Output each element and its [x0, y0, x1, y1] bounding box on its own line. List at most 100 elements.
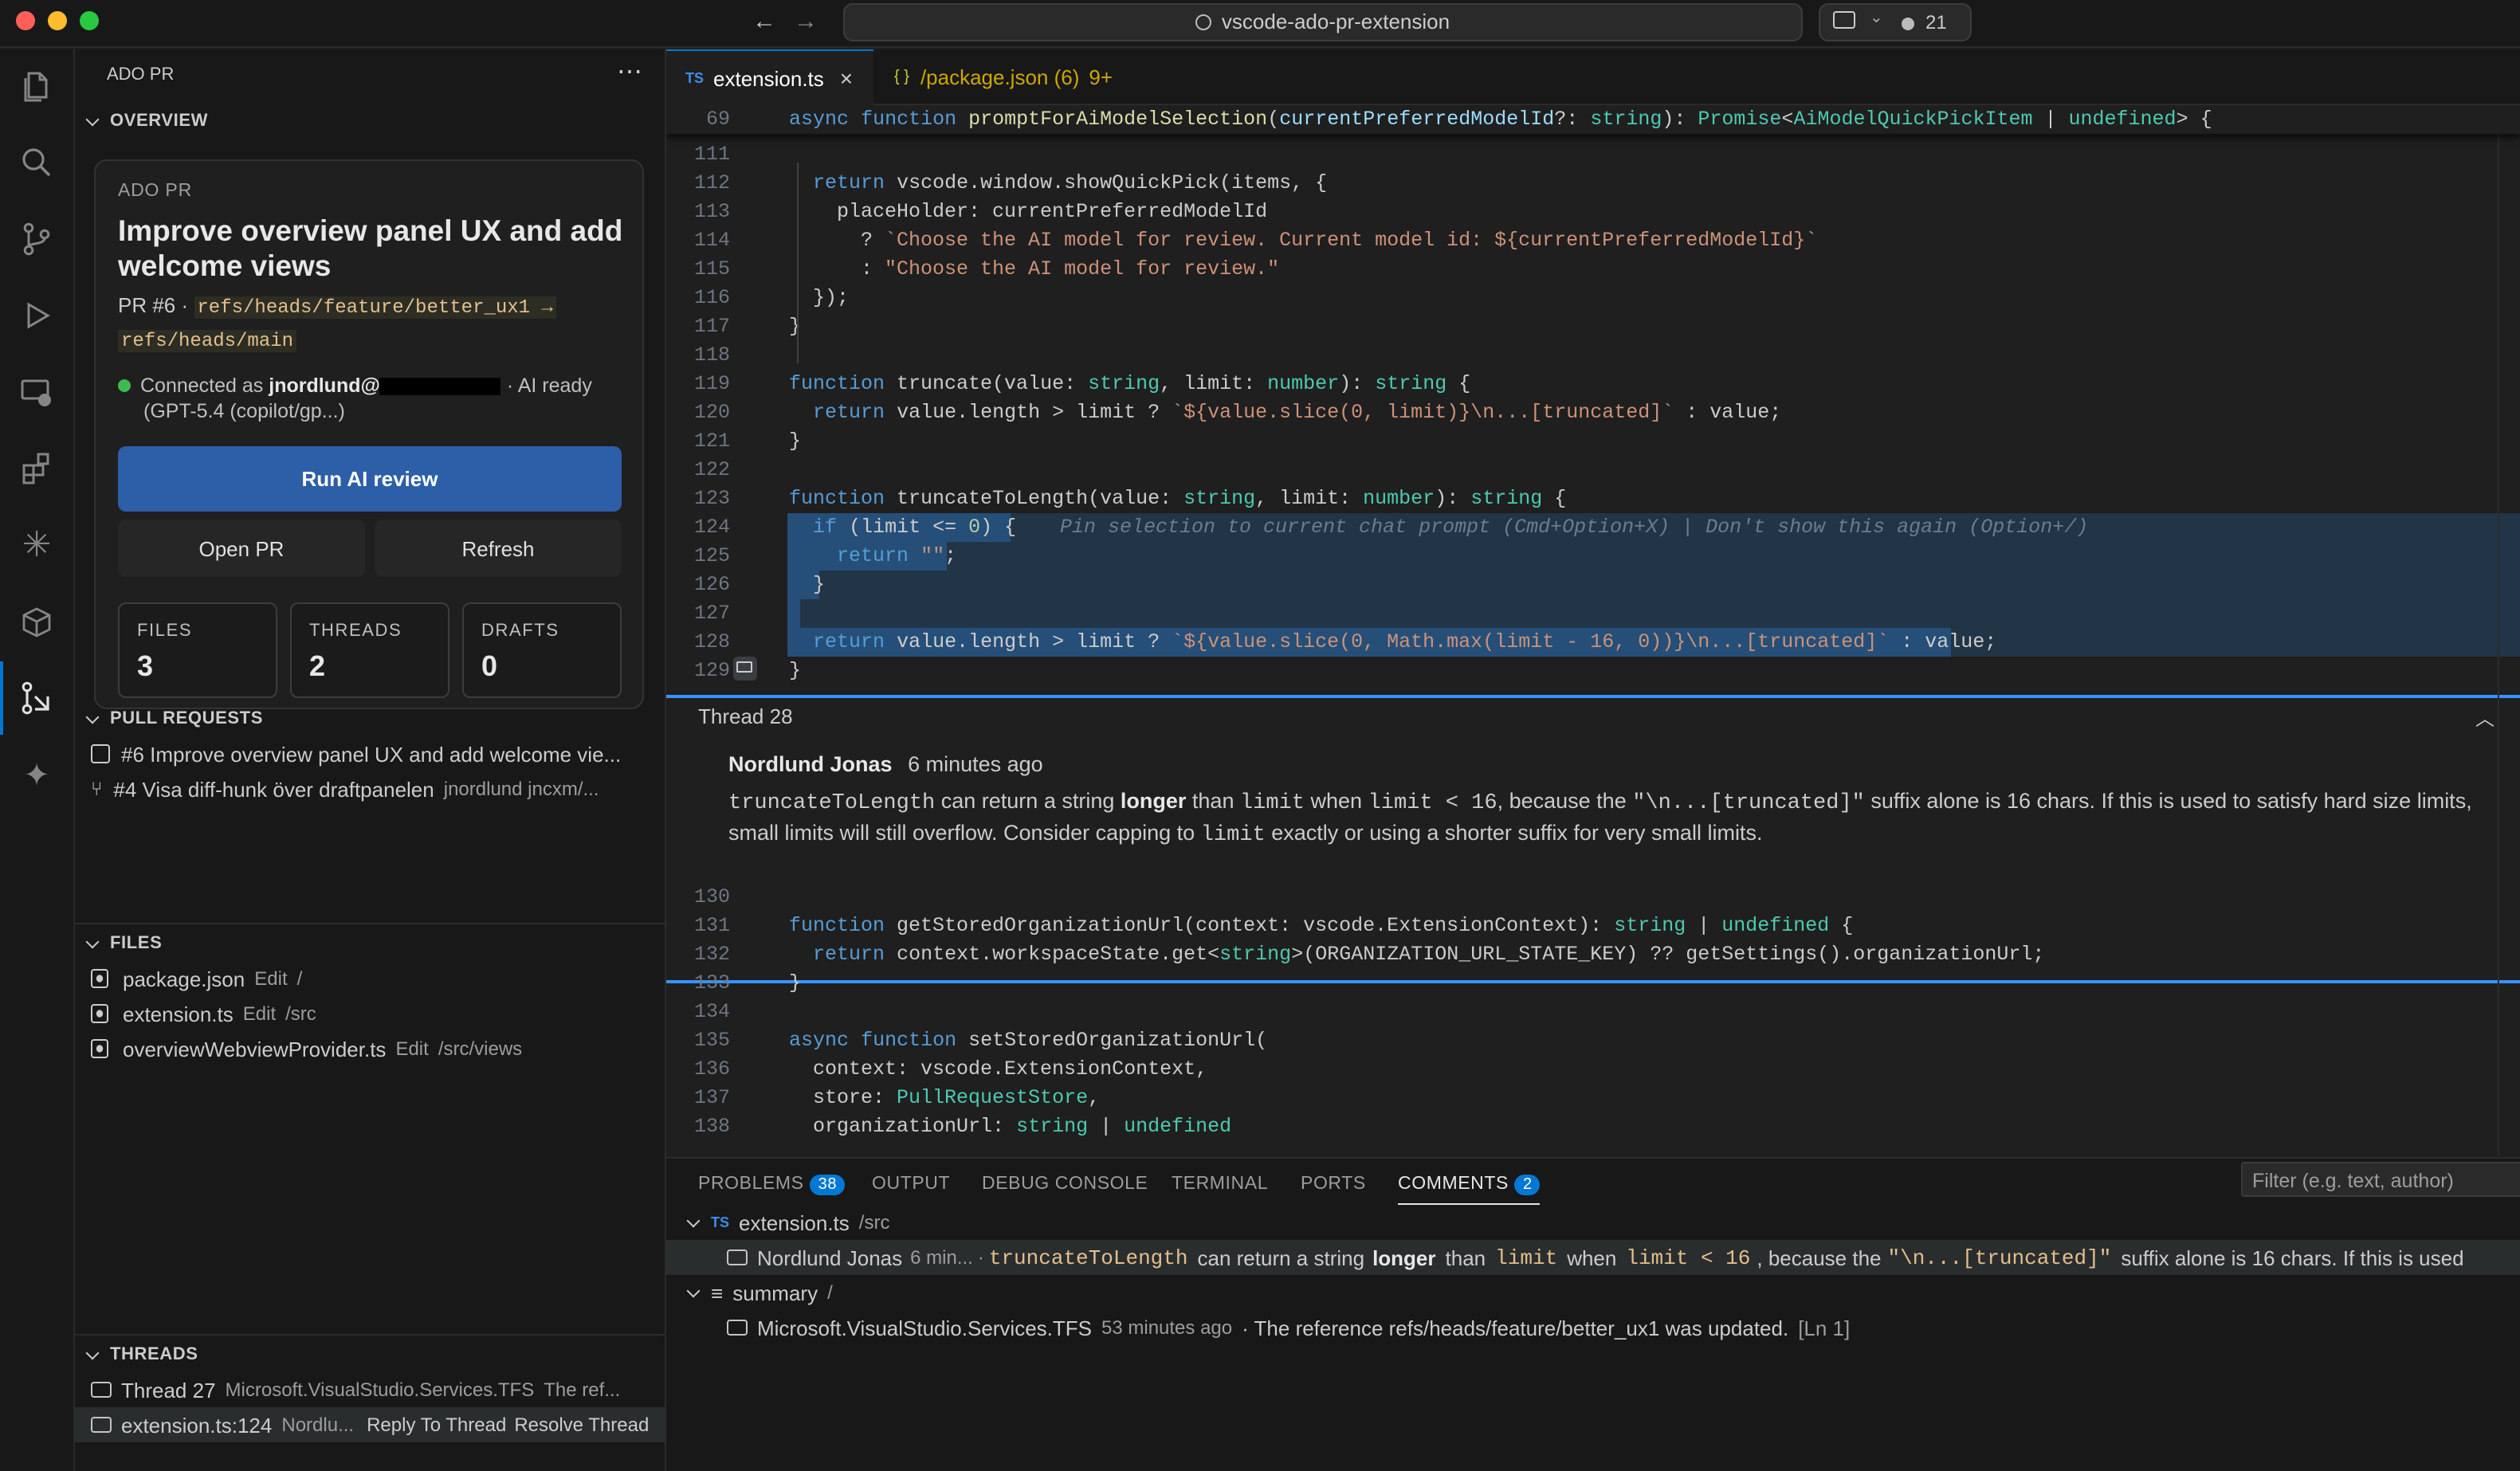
tab-terminal[interactable]: TERMINAL: [1172, 1175, 1268, 1194]
sticky-code: async function promptForAiModelSelection…: [789, 108, 2212, 131]
more-actions-icon[interactable]: ⋯: [617, 56, 642, 88]
thread-list-item[interactable]: Thread 27 Microsoft.VisualStudio.Services…: [75, 1372, 666, 1407]
code-line[interactable]: return value.length > limit ? `${value.s…: [789, 398, 1781, 427]
file-list-item[interactable]: overviewWebviewProvider.ts Edit/src/views: [75, 1031, 666, 1066]
line-number: 120: [693, 402, 730, 424]
problems-badge: 38: [810, 1175, 846, 1195]
code-line[interactable]: ? `Choose the AI model for review. Curre…: [789, 226, 1817, 255]
code-line[interactable]: return vscode.window.showQuickPick(items…: [789, 169, 1327, 198]
code-line[interactable]: placeHolder: currentPreferredModelId: [789, 198, 1267, 226]
code-line[interactable]: }: [789, 312, 801, 341]
line-number: 128: [693, 631, 730, 653]
notifications-count[interactable]: 21: [1925, 11, 1947, 33]
code-line[interactable]: function truncate(value: string, limit: …: [789, 370, 1470, 398]
code-line[interactable]: }: [789, 969, 801, 998]
close-window-button[interactable]: [16, 11, 35, 30]
file-list-item[interactable]: package.json Edit /: [75, 961, 666, 996]
open-pr-button[interactable]: Open PR: [118, 520, 365, 577]
code-line[interactable]: }: [789, 571, 825, 599]
threads-section-header[interactable]: THREADS: [75, 1337, 666, 1372]
scrollbar[interactable]: [2498, 105, 2520, 1157]
line-number: 112: [693, 172, 730, 194]
chevron-down-icon: [85, 709, 100, 724]
list-icon: ≡: [711, 1281, 724, 1304]
tab-ports[interactable]: PORTS: [1301, 1175, 1366, 1194]
line-number: 116: [693, 287, 730, 309]
chat-controls[interactable]: ⌄ 21: [1819, 3, 1972, 41]
pr-list-item[interactable]: ⑂ #4 Visa diff-hunk över draftpanelen jnor…: [75, 771, 666, 806]
copilot-sparkle-icon[interactable]: ✦: [16, 754, 57, 795]
back-arrow-icon[interactable]: ←: [752, 8, 776, 35]
sidebar-title: ADO PR: [107, 65, 175, 84]
code-line[interactable]: store: PullRequestStore,: [789, 1084, 1100, 1112]
pull-requests-section-header[interactable]: PULL REQUESTS: [75, 701, 666, 736]
bottom-panel: PROBLEMS 38 OUTPUT DEBUG CONSOLE TERMINAL…: [666, 1157, 2520, 1471]
code-line[interactable]: return "";: [789, 542, 956, 571]
sticky-scroll-line[interactable]: 69 async function promptForAiModelSelect…: [666, 105, 2520, 134]
reply-to-thread-action[interactable]: Reply To Thread: [367, 1414, 506, 1436]
code-editor[interactable]: 69 async function promptForAiModelSelect…: [666, 105, 2520, 1157]
code-line[interactable]: }: [789, 657, 801, 685]
file-list-item[interactable]: extension.ts Edit/src: [75, 996, 666, 1031]
run-debug-icon[interactable]: [16, 295, 57, 336]
chevron-down-icon[interactable]: ⌄: [1870, 10, 1883, 27]
chevron-down-icon: [686, 1283, 701, 1297]
code-line[interactable]: async function setStoredOrganizationUrl(: [789, 1026, 1267, 1055]
code-line[interactable]: if (limit <= 0) {: [789, 513, 1016, 542]
file-diff-icon: [91, 1004, 108, 1023]
thread-list-item-selected[interactable]: extension.ts:124 Nordlu... Reply To Thread…: [75, 1407, 666, 1442]
sparkle-burst-icon[interactable]: ✳: [16, 524, 57, 566]
command-center-search[interactable]: vscode-ado-pr-extension: [843, 3, 1803, 41]
comment-group-header[interactable]: TS extension.ts/src: [685, 1205, 889, 1240]
extensions-icon[interactable]: [16, 448, 57, 489]
close-icon[interactable]: ×: [840, 65, 853, 91]
search-icon: [1195, 14, 1212, 30]
comment-row-selected[interactable]: Nordlund Jonas 6 min... · truncateToLeng…: [666, 1240, 2520, 1275]
collapse-thread-icon[interactable]: ︿: [2475, 704, 2494, 732]
maximize-window-button[interactable]: [80, 11, 99, 30]
comment-gutter-icon[interactable]: [733, 657, 757, 681]
code-line[interactable]: return value.length > limit ? `${value.s…: [789, 628, 1996, 657]
chat-icon[interactable]: [1833, 11, 1855, 29]
thread-title: Thread 28: [698, 704, 793, 728]
remote-explorer-icon[interactable]: [16, 371, 57, 413]
resolve-thread-action[interactable]: Resolve Thread: [514, 1414, 649, 1436]
code-line[interactable]: context: vscode.ExtensionContext,: [789, 1055, 1207, 1084]
run-ai-review-button[interactable]: Run AI review: [118, 446, 622, 512]
explorer-icon[interactable]: [16, 65, 57, 107]
ado-pr-icon[interactable]: [16, 677, 57, 719]
minimize-window-button[interactable]: [48, 11, 67, 30]
refresh-button[interactable]: Refresh: [375, 520, 622, 577]
tab-problems[interactable]: PROBLEMS 38: [698, 1175, 846, 1195]
code-line[interactable]: organizationUrl: string | undefined: [789, 1112, 1231, 1141]
ai-status: · AI ready: [506, 375, 592, 397]
code-line[interactable]: function truncateToLength(value: string,…: [789, 484, 1566, 513]
tab-package-json[interactable]: { } /package.json (6) 9+: [875, 49, 1162, 105]
code-line[interactable]: : "Choose the AI model for review.": [789, 255, 1279, 284]
line-number: 111: [693, 143, 730, 166]
tab-extension-ts[interactable]: TS extension.ts ×: [666, 49, 873, 105]
comment-row[interactable]: Microsoft.VisualStudio.Services.TFS 53 m…: [727, 1310, 1850, 1345]
forward-arrow-icon[interactable]: →: [794, 8, 818, 35]
containers-icon[interactable]: [16, 601, 57, 642]
code-line[interactable]: function getStoredOrganizationUrl(contex…: [789, 912, 1853, 940]
tab-output[interactable]: OUTPUT: [872, 1175, 950, 1194]
line-number: 131: [693, 915, 730, 937]
pr-list-item[interactable]: #6 Improve overview panel UX and add wel…: [75, 736, 666, 771]
line-number: 121: [693, 430, 730, 453]
tab-comments[interactable]: COMMENTS 2: [1398, 1175, 1541, 1205]
code-line[interactable]: return context.workspaceState.get<string…: [789, 940, 2044, 969]
files-section-header[interactable]: FILES: [75, 926, 666, 961]
line-number: 130: [693, 886, 730, 908]
comment-icon: [91, 1382, 112, 1398]
overview-section-header[interactable]: OVERVIEW: [75, 104, 666, 139]
source-control-icon[interactable]: [16, 218, 57, 260]
search-icon[interactable]: [16, 142, 57, 183]
comments-filter-input[interactable]: Filter (e.g. text, author): [2241, 1162, 2520, 1197]
comment-group-header[interactable]: ≡ summary /: [685, 1275, 833, 1310]
status-dot-icon: [1902, 18, 1914, 30]
tab-debug-console[interactable]: DEBUG CONSOLE: [982, 1175, 1148, 1194]
code-line[interactable]: }: [789, 427, 801, 456]
inline-chat-hint[interactable]: Pin selection to current chat prompt (Cm…: [1060, 513, 2088, 542]
chevron-down-icon: [85, 1345, 100, 1359]
